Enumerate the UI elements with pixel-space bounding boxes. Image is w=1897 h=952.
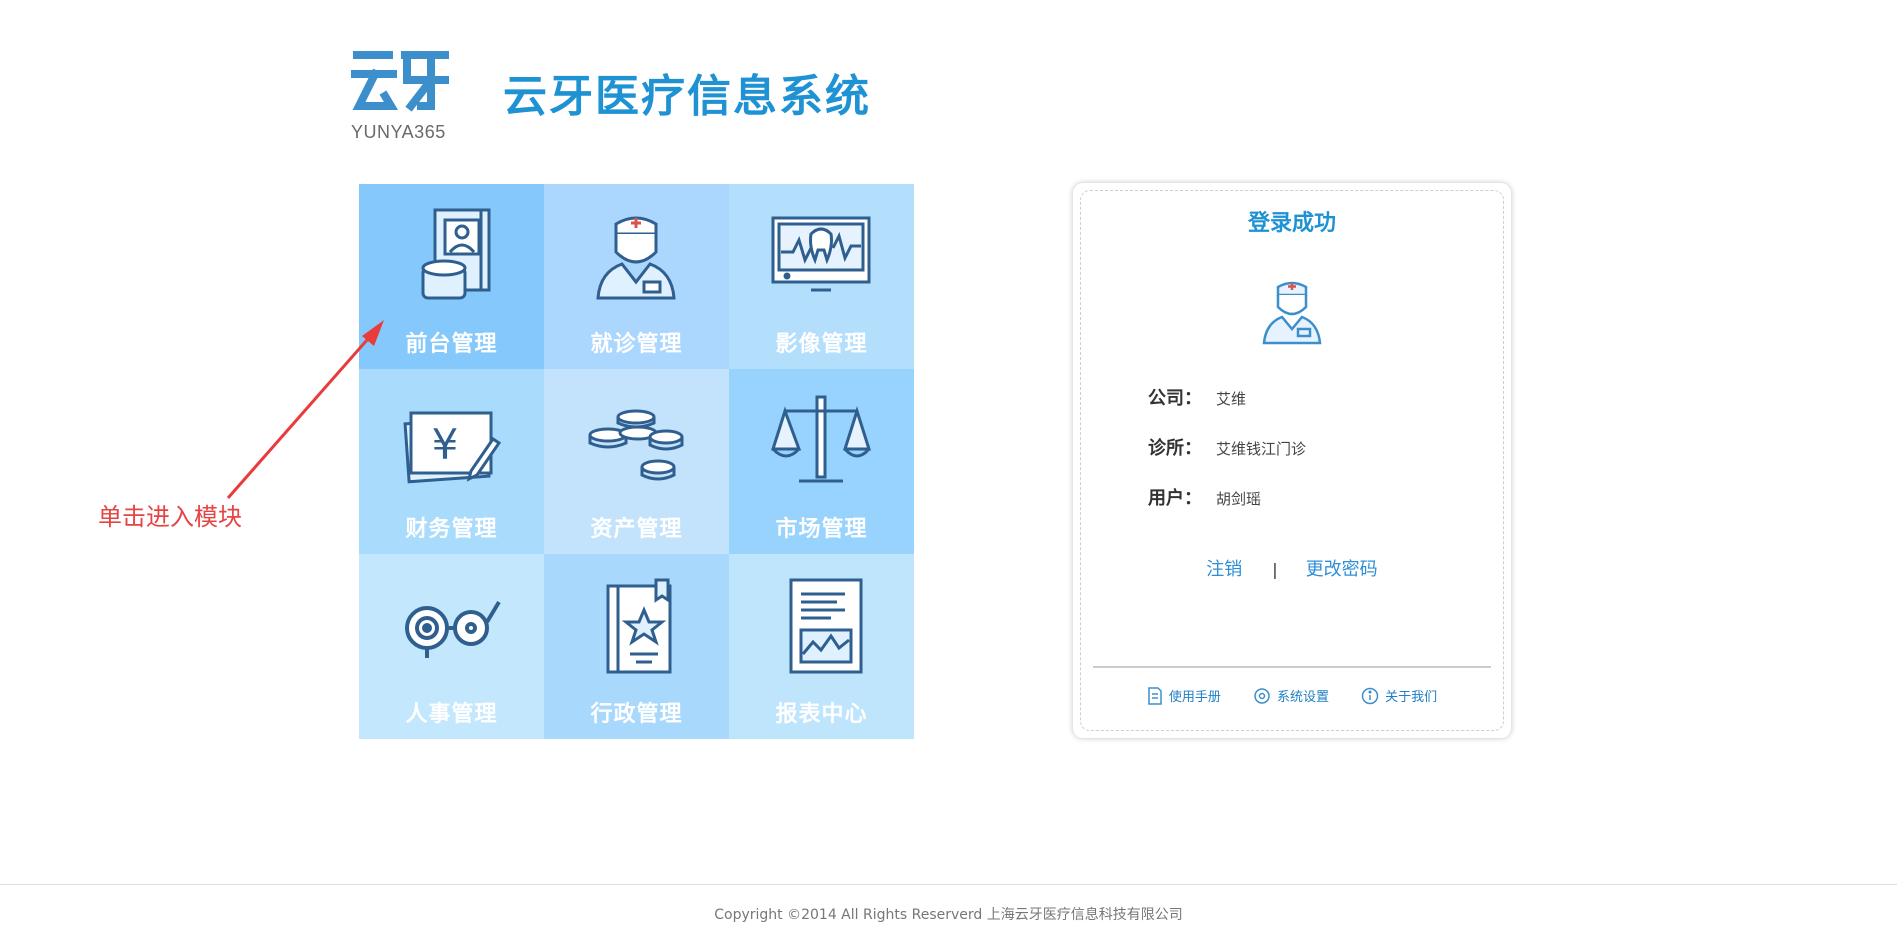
- company-row: 公司： 艾维: [1148, 384, 1246, 410]
- doctor-icon: [596, 216, 676, 300]
- user-label: 用户：: [1148, 488, 1202, 509]
- module-market[interactable]: 市场管理: [729, 369, 914, 554]
- copyright-text: Copyright ©2014 All Rights Reserverd 上海云…: [714, 907, 1183, 923]
- login-card: 登录成功 公司： 艾维 诊所： 艾维钱江门诊 用户： 胡剑瑶 注销 | 更改密码 使用手册…: [1073, 183, 1511, 738]
- app-title: 云牙医疗信息系统: [503, 71, 871, 122]
- card-footer-links: 使用手册 系统设置 关于我们: [1073, 686, 1511, 709]
- logo-mark-icon: [351, 51, 449, 112]
- manual-link[interactable]: 使用手册: [1147, 686, 1221, 705]
- company-label: 公司：: [1148, 388, 1202, 409]
- finance-icon: ¥: [403, 411, 501, 484]
- settings-link[interactable]: 系统设置: [1253, 686, 1329, 705]
- change-password-link[interactable]: 更改密码: [1306, 559, 1378, 580]
- clinic-value: 艾维钱江门诊: [1216, 440, 1307, 458]
- glasses-icon: [405, 600, 501, 658]
- card-title: 登录成功: [1247, 211, 1336, 236]
- module-label: 资产管理: [590, 517, 683, 542]
- module-label: 报表中心: [775, 702, 868, 727]
- account-links: 注销 | 更改密码: [1073, 555, 1511, 581]
- user-avatar-icon: [1262, 281, 1322, 345]
- reception-icon: [421, 208, 491, 300]
- manual-icon: [1148, 686, 1162, 705]
- module-label: 就诊管理: [590, 332, 683, 357]
- company-value: 艾维: [1216, 390, 1247, 408]
- dental-xray-icon: [771, 216, 871, 292]
- module-reception[interactable]: 前台管理: [359, 184, 544, 369]
- about-label: 关于我们: [1385, 690, 1438, 705]
- module-label: 前台管理: [405, 332, 498, 357]
- module-hr[interactable]: 人事管理: [359, 554, 544, 739]
- user-row: 用户： 胡剑瑶: [1148, 484, 1261, 510]
- scale-icon: [771, 395, 871, 483]
- module-label: 人事管理: [405, 702, 498, 727]
- module-label: 行政管理: [590, 702, 683, 727]
- report-icon: [789, 578, 863, 674]
- annotation-arrow-icon: [226, 320, 384, 499]
- module-finance[interactable]: ¥ 财务管理: [359, 369, 544, 554]
- user-value: 胡剑瑶: [1216, 490, 1262, 508]
- module-grid: 前台管理 就诊管理 影像管理 ¥ 财务管理 资产管理 市场管理 人事管理 行政管…: [359, 184, 914, 739]
- settings-label: 系统设置: [1276, 690, 1329, 705]
- card-border: [1080, 190, 1504, 731]
- manual-label: 使用手册: [1168, 690, 1221, 705]
- svg-text:¥: ¥: [432, 420, 459, 469]
- module-reports[interactable]: 报表中心: [729, 554, 914, 739]
- module-label: 财务管理: [405, 517, 498, 542]
- about-link[interactable]: 关于我们: [1361, 686, 1437, 705]
- module-label: 市场管理: [775, 517, 868, 542]
- module-admin[interactable]: 行政管理: [544, 554, 729, 739]
- annotation-text: 单击进入模块: [98, 503, 242, 531]
- logout-link[interactable]: 注销: [1206, 559, 1242, 580]
- card-divider: [1093, 666, 1491, 668]
- info-icon: [1361, 687, 1379, 704]
- module-assets[interactable]: 资产管理: [544, 369, 729, 554]
- admin-book-icon: [606, 578, 672, 674]
- module-imaging[interactable]: 影像管理: [729, 184, 914, 369]
- logo-subtitle: YUNYA365: [351, 122, 446, 142]
- coins-icon: [588, 409, 684, 481]
- link-separator: |: [1272, 560, 1278, 579]
- clinic-row: 诊所： 艾维钱江门诊: [1148, 434, 1306, 460]
- module-label: 影像管理: [775, 332, 868, 357]
- clinic-label: 诊所：: [1148, 438, 1202, 459]
- module-treatment[interactable]: 就诊管理: [544, 184, 729, 369]
- footer-divider: [0, 884, 1897, 885]
- brand-logo: [351, 48, 451, 116]
- gear-icon: [1254, 687, 1270, 704]
